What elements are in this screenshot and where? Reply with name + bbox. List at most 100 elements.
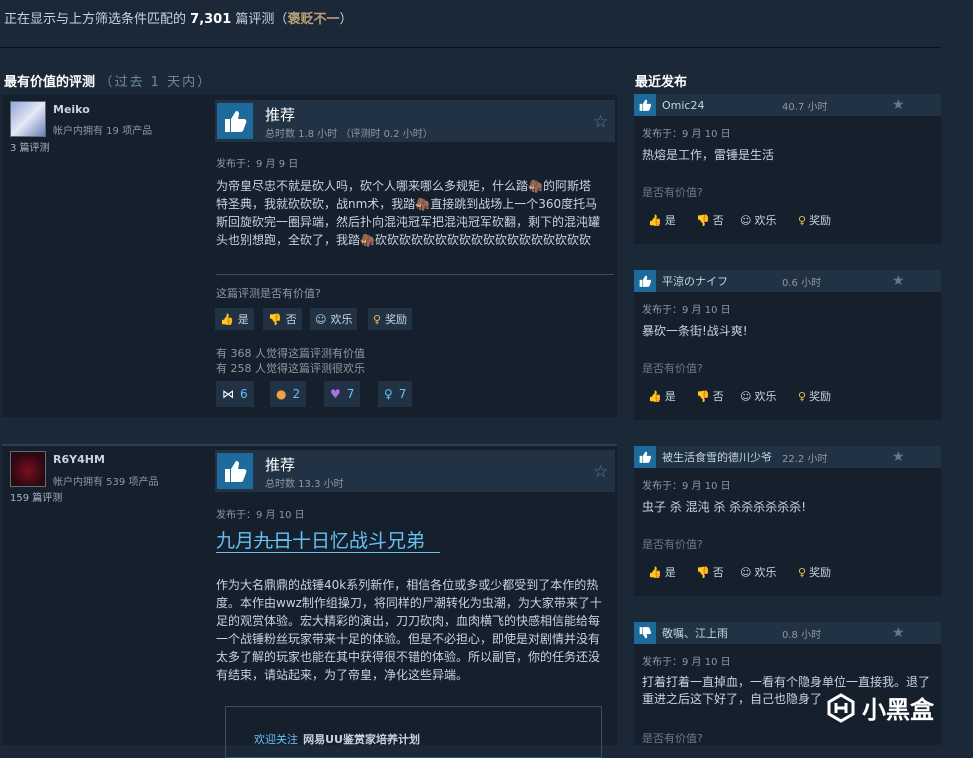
vote-yes-label: 是 [664,566,676,579]
award-count: 6 [240,387,248,401]
filter-close: ） [339,12,353,27]
award-label: 奖励 [809,390,832,403]
vote-yes-button[interactable]: 👍 是 [215,308,254,330]
heybox-logo-icon [827,692,855,723]
review-header[interactable]: 推荐 总时数 1.8 小时 （评测时 0.2 小时） ☆ [215,100,615,142]
vote-funny-label: 欢乐 [330,313,353,326]
award-badge[interactable]: ♀ 7 [378,381,413,407]
thumbs-up-icon: 👍 [648,565,662,579]
vote-no-button[interactable]: 👎 否 [263,308,302,330]
vote-funny-button[interactable]: ☺ 欢乐 [740,564,776,580]
smile-icon: ☺ [740,565,752,579]
playtime: 22.2 小时 [782,453,828,465]
vote-funny-label: 欢乐 [754,390,777,403]
star-icon[interactable]: ★ [892,97,905,113]
award-count: 7 [398,387,407,401]
award-icon: ♀ [373,312,382,326]
thumbs-up-icon [634,94,656,116]
reviewer-name[interactable]: R6Y4HM [53,453,105,466]
promo-text: 欢迎关注 网易UU鉴赏家培养计划 [254,728,420,747]
reviewer-name[interactable]: Omic24 [662,99,782,112]
vote-no-label: 否 [712,390,724,403]
vote-funny-button[interactable]: ☺ 欢乐 [310,308,358,330]
award-button[interactable]: ♀ 奖励 [368,308,413,330]
posted-date: 发布于：9 月 9 日 [216,159,299,170]
recommend-label: 推荐 [265,106,296,124]
reviews-count[interactable]: 3 篇评测 [10,139,50,154]
review-text: 热熔是工作，雷锤是生活 [642,148,775,162]
star-icon[interactable]: ☆ [593,462,608,482]
vote-no-button[interactable]: 👎 否 [696,388,724,404]
review-header[interactable]: 推荐 总时数 13.3 小时 ☆ [215,450,615,492]
star-icon[interactable]: ★ [892,273,905,289]
award-button[interactable]: ♀ 奖励 [798,212,831,228]
vote-no-label: 否 [285,313,297,326]
reviewer-name[interactable]: Meiko [53,103,90,116]
reviewer-name[interactable]: 被生活食雪的德川少爷 [662,449,782,465]
award-badge[interactable]: ● 2 [270,381,307,407]
products-owned[interactable]: 帐户内拥有 539 项产品 [53,473,158,488]
reviewer-name[interactable]: 敬嘱、江上雨 [662,625,782,641]
award-label: 奖励 [809,566,832,579]
playtime: 0.6 小时 [782,277,822,289]
products-owned[interactable]: 帐户内拥有 19 项产品 [53,122,152,137]
funny-stat: 有 258 人觉得这篇评测很欢乐 [216,362,365,375]
medal-icon: ♀ [384,387,393,401]
recent-review-header[interactable]: Omic24 40.7 小时 ★ [634,94,941,116]
vote-no-button[interactable]: 👎 否 [696,564,724,580]
recommend-label: 推荐 [265,456,296,474]
award-icon: ♀ [798,213,807,227]
award-icon: ♀ [798,565,807,579]
playtime: 40.7 小时 [782,101,828,113]
avatar[interactable] [10,451,46,487]
recent-review-card: 平涼のナイフ 0.6 小时 ★ 发布于：9 月 10 日 暴砍一条街!战斗爽! … [634,270,941,420]
headline-part: 十日忆战斗兄弟 [292,530,426,552]
playtime: 0.8 小时 [782,629,822,641]
promo-link[interactable]: 欢迎关注 [254,733,298,746]
avatar[interactable] [10,101,46,137]
vote-no-label: 否 [712,566,724,579]
cookie-icon: ● [276,387,287,401]
recent-review-header[interactable]: 平涼のナイフ 0.6 小时 ★ [634,270,941,292]
posted-date: 发布于：9 月 10 日 [642,129,731,140]
star-icon[interactable]: ☆ [593,112,608,132]
headline-strike: 九日 [254,530,293,552]
award-button[interactable]: ♀ 奖励 [798,388,831,404]
thumbs-down-icon: 👎 [696,213,710,227]
vote-yes-button[interactable]: 👍 是 [648,388,676,404]
award-icon: ♀ [798,389,807,403]
star-icon[interactable]: ★ [892,625,905,641]
thumbs-up-icon: 👍 [648,213,662,227]
vote-no-button[interactable]: 👎 否 [696,212,724,228]
award-badge[interactable]: ♥ 7 [324,381,361,407]
vote-yes-button[interactable]: 👍 是 [648,212,676,228]
review-headline: 九月九日十日忆战斗兄弟 [216,526,425,553]
headline-part: 九月 [216,530,255,552]
watermark: 小黑盒 [826,690,934,725]
recent-review-card: Omic24 40.7 小时 ★ 发布于：9 月 10 日 热熔是工作，雷锤是生… [634,94,941,244]
vote-yes-button[interactable]: 👍 是 [648,564,676,580]
card-top-border [2,444,617,446]
award-badge[interactable]: ⋈ 6 [216,381,254,407]
vote-funny-button[interactable]: ☺ 欢乐 [740,388,776,404]
star-icon[interactable]: ★ [892,449,905,465]
award-button[interactable]: ♀ 奖励 [798,564,831,580]
thumbs-up-icon [634,446,656,468]
review-score[interactable]: 褒贬不一 [287,12,339,27]
wings-icon: ⋈ [222,387,234,401]
thumbs-down-icon [634,622,656,644]
vote-yes-label: 是 [664,214,676,227]
posted-date: 发布于：9 月 10 日 [642,481,731,492]
vote-funny-button[interactable]: ☺ 欢乐 [740,212,776,228]
posted-date: 发布于：9 月 10 日 [642,657,731,668]
reviews-count[interactable]: 159 篇评测 [10,489,62,504]
posted-date: 发布于：9 月 10 日 [216,510,305,521]
divider [0,47,941,48]
recent-review-header[interactable]: 被生活食雪的德川少爷 22.2 小时 ★ [634,446,941,468]
recent-review-header[interactable]: 敬嘱、江上雨 0.8 小时 ★ [634,622,941,644]
smile-icon: ☺ [315,312,327,326]
thumbs-up-icon [217,103,253,139]
promo-box[interactable]: 欢迎关注 网易UU鉴赏家培养计划 [225,706,602,758]
most-helpful-label: 最有价值的评测 [4,75,96,90]
reviewer-name[interactable]: 平涼のナイフ [662,273,782,289]
